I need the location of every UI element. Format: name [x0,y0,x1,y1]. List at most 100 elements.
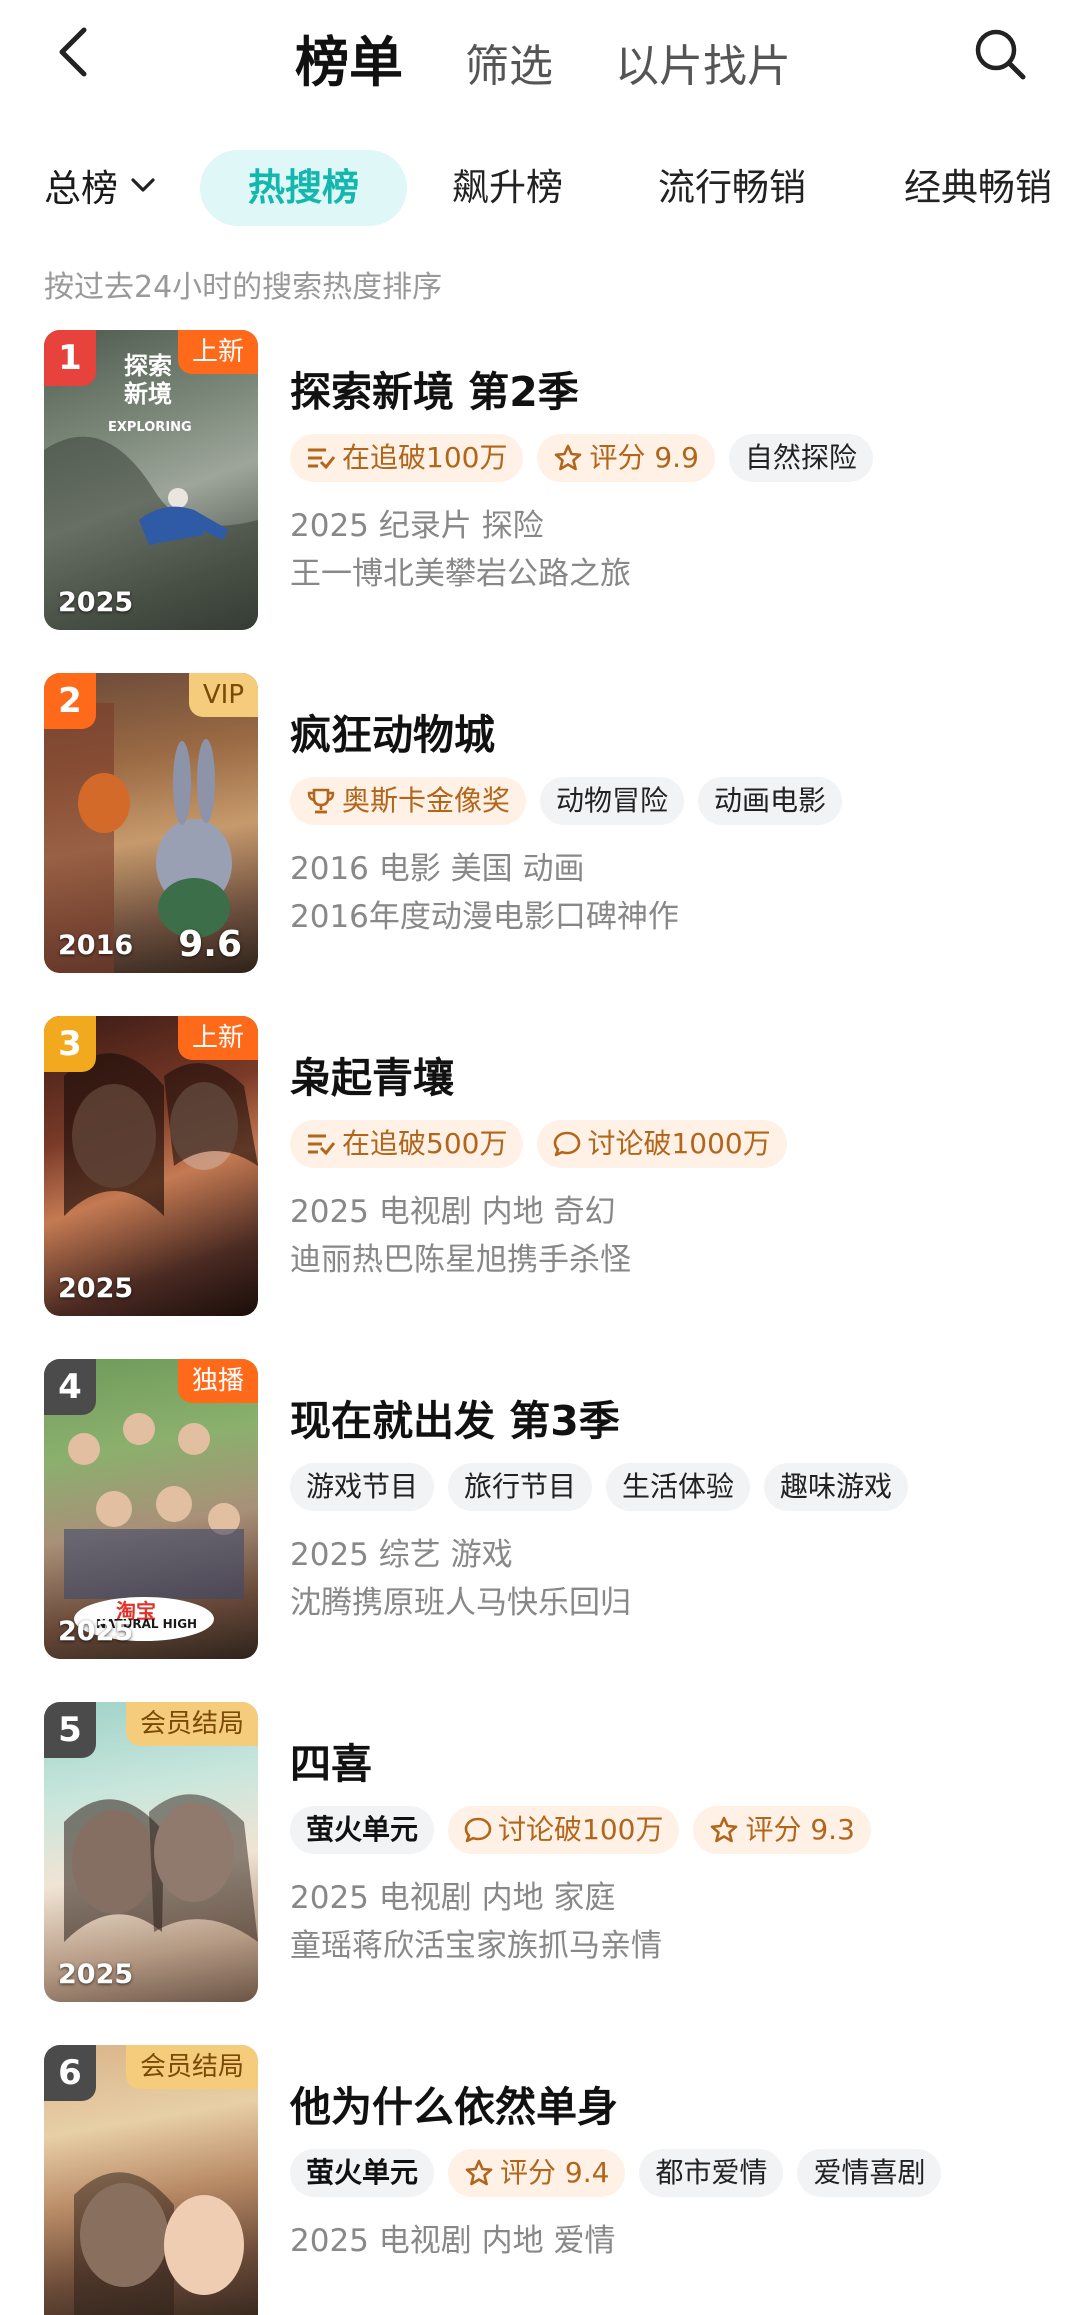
item-info: 疯狂动物城 奥斯卡金像奖 动物冒险 动画电影 2016 电影 美国 动画 201… [290,673,1050,935]
item-title: 探索新境 第2季 [290,368,579,416]
list-item[interactable]: 探索 新境 EXPLORING 1 上新 2025 探索新境 第2季 在追破10… [0,330,1080,630]
tag: 游戏节目 [290,1463,435,1511]
poster-title-art: 探索 新境 [124,352,172,408]
tag: 评分 9.3 [693,1806,871,1854]
list-item[interactable]: 淘宝 NATURAL HIGH 4 独播 2025 现在就出发 第3季 游戏节目… [0,1359,1080,1659]
tag-row: 萤火单元 评分 9.4 都市爱情 爱情喜剧 [290,2149,1050,2197]
poster-text: EXPLORING [108,420,192,435]
tag-text: 讨论破100万 [498,1813,664,1846]
tag-text: 在追破500万 [342,1127,508,1160]
category-hot-search[interactable]: 热搜榜 [200,150,407,226]
rank-badge: 3 [44,1016,96,1072]
tag-row: 在追破500万 讨论破1000万 [290,1120,1050,1168]
poster-year: 2025 [58,1273,134,1304]
trophy-icon [307,788,335,814]
poster-year: 2025 [58,1959,134,1990]
list-item[interactable]: 3 上新 2025 枭起青壤 在追破500万 讨论破1000万 2025 电视剧… [0,1016,1080,1316]
tag: 生活体验 [606,1463,751,1511]
category-rising[interactable]: 飙升榜 [452,150,563,226]
poster-image[interactable]: 2 VIP 2016 9.6 [44,673,258,973]
top-nav-bar: 榜单 筛选 以片找片 [0,0,1080,110]
item-description: 童瑶蒋欣活宝家族抓马亲情 [290,1928,662,1964]
star-outline-icon [555,444,582,471]
poster-image[interactable]: 5 会员结局 2025 [44,1702,258,2002]
item-meta: 2025 电视剧 内地 奇幻 [290,1194,616,1230]
item-description: 沈腾携原班人马快乐回归 [290,1585,631,1621]
tag: 动物冒险 [540,777,685,825]
item-meta: 2016 电影 美国 动画 [290,851,585,887]
list-item[interactable]: 2 VIP 2016 9.6 疯狂动物城 奥斯卡金像奖 动物冒险 动画电影 20… [0,673,1080,973]
back-button[interactable] [44,22,104,82]
item-meta: 2025 综艺 游戏 [290,1537,513,1573]
chevron-left-icon [59,27,87,77]
tag-text: 在追破100万 [342,441,508,474]
category-dropdown[interactable]: 总榜 [44,158,156,212]
tab-filter[interactable]: 筛选 [465,30,553,94]
tag-row: 萤火单元 讨论破100万 评分 9.3 [290,1806,1050,1854]
vip-badge: VIP [188,673,258,717]
poster-year: 2016 [58,930,134,961]
poster-year: 2025 [58,1616,134,1647]
tag: 动画电影 [698,777,843,825]
tag: 评分 9.4 [448,2149,626,2197]
item-meta: 2025 电视剧 内地 爱情 [290,2223,616,2259]
tab-ranking[interactable]: 榜单 [295,18,403,97]
follow-list-icon [308,1134,336,1156]
poster-image[interactable]: 6 会员结局 [44,2045,258,2315]
firefly-unit-tag: 萤火单元 [290,1806,435,1854]
item-description: 2016年度动漫电影口碑神作 [290,899,679,935]
item-title: 他为什么依然单身 [290,2083,618,2131]
item-info: 他为什么依然单身 萤火单元 评分 9.4 都市爱情 爱情喜剧 2025 电视剧 … [290,2045,1050,2259]
search-button[interactable] [968,22,1032,86]
tag: 在追破500万 [290,1120,524,1168]
rank-badge: 2 [44,673,96,729]
firefly-unit-tag: 萤火单元 [290,2149,435,2197]
search-icon [975,29,1026,80]
tag: 自然探险 [728,434,873,482]
category-popular-sales[interactable]: 流行畅销 [658,150,806,226]
tag: 在追破100万 [290,434,524,482]
item-description: 王一博北美攀岩公路之旅 [290,556,631,592]
poster-score: 9.6 [178,924,242,965]
poster-image[interactable]: 淘宝 NATURAL HIGH 4 独播 2025 [44,1359,258,1659]
category-classic-sales[interactable]: 经典畅销 [904,150,1052,226]
item-title: 现在就出发 第3季 [290,1397,620,1445]
poster-year: 2025 [58,587,134,618]
tag-row: 在追破100万 评分 9.9 自然探险 [290,434,1050,482]
star-outline-icon [465,2159,493,2186]
chat-bubble-icon [554,1131,581,1157]
item-description: 迪丽热巴陈星旭携手杀怪 [290,1242,631,1278]
rank-badge: 5 [44,1702,96,1758]
category-tabs: 总榜 热搜榜 飙升榜 流行畅销 经典畅销 [0,150,1080,230]
item-title: 枭起青壤 [290,1054,454,1102]
status-badge: 上新 [177,1016,258,1060]
poster-image[interactable]: 3 上新 2025 [44,1016,258,1316]
poster-text: 探索 [124,352,172,380]
tag: 爱情喜剧 [797,2149,942,2197]
item-meta: 2025 电视剧 内地 家庭 [290,1880,616,1916]
chat-bubble-icon [464,1817,492,1843]
item-info: 现在就出发 第3季 游戏节目 旅行节目 生活体验 趣味游戏 2025 综艺 游戏… [290,1359,1050,1621]
list-item[interactable]: 6 会员结局 他为什么依然单身 萤火单元 评分 9.4 都市爱情 爱情喜剧 20… [0,2045,1080,2315]
status-badge: 上新 [177,330,258,374]
tag: 讨论破1000万 [537,1120,787,1168]
top-tabs: 榜单 筛选 以片找片 [295,18,853,97]
tag: 讨论破100万 [448,1806,680,1854]
status-badge: 会员结局 [125,1702,258,1746]
category-dropdown-label: 总榜 [44,167,118,210]
tag-text: 讨论破1000万 [587,1127,771,1160]
rank-badge: 6 [44,2045,96,2101]
tag-text: 评分 9.4 [500,2156,610,2189]
tag: 都市爱情 [639,2149,784,2197]
tag-text: 评分 9.3 [745,1813,855,1846]
tag: 趣味游戏 [764,1463,909,1511]
list-item[interactable]: 5 会员结局 2025 四喜 萤火单元 讨论破100万 评分 9.3 2025 … [0,1702,1080,2002]
item-info: 枭起青壤 在追破500万 讨论破1000万 2025 电视剧 内地 奇幻 迪丽热… [290,1016,1050,1278]
tag: 奥斯卡金像奖 [290,777,527,825]
item-title: 疯狂动物城 [290,711,495,759]
tag-row: 奥斯卡金像奖 动物冒险 动画电影 [290,777,1050,825]
poster-image[interactable]: 探索 新境 EXPLORING 1 上新 2025 [44,330,258,630]
ranking-description: 按过去24小时的搜索热度排序 [44,270,443,305]
tab-find-by-title[interactable]: 以片找片 [615,30,791,94]
tag-text: 奥斯卡金像奖 [342,784,511,817]
